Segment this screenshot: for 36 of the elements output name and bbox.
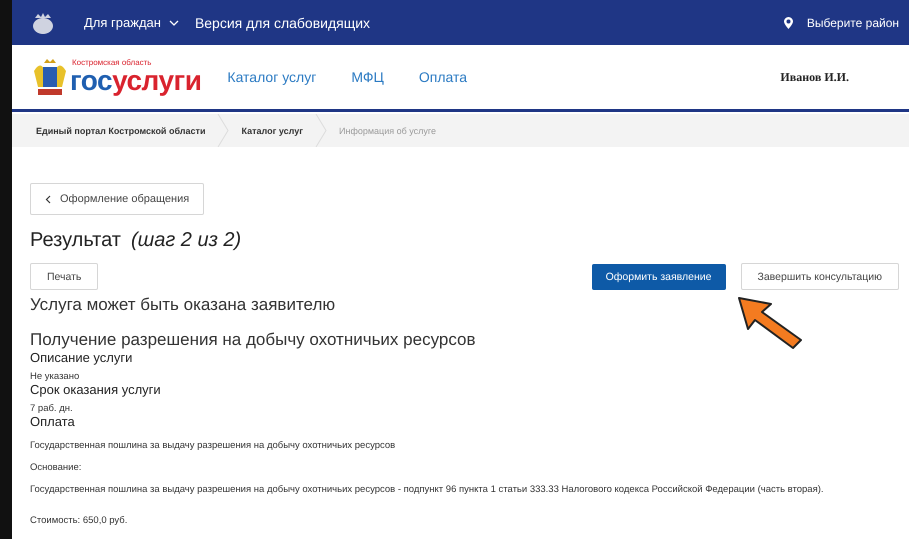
back-button[interactable]: Оформление обращения <box>30 183 204 215</box>
nav-link[interactable]: МФЦ <box>351 69 384 85</box>
logo-region-text: Костромская область <box>72 59 152 67</box>
gosuslugi-logo[interactable]: госуслуги <box>70 67 202 95</box>
pointer-arrow-icon <box>737 296 805 350</box>
section-heading: Оплата <box>30 414 76 429</box>
service-title: Получение разрешения на добычу охотничьих ресурсов <box>30 330 477 350</box>
nav-link[interactable]: Оплата <box>418 69 468 85</box>
action-button[interactable]: Завершить консультацию <box>740 263 899 290</box>
action-button[interactable]: Оформить заявление <box>592 264 726 290</box>
section-text: 7 раб. дн. <box>30 403 74 414</box>
breadcrumb-current-page: Информация об услуге <box>338 126 438 136</box>
breadcrumb-separator-icon <box>217 114 230 147</box>
chevron-left-icon <box>45 194 51 204</box>
action-button[interactable]: Печать <box>30 263 98 290</box>
section-text: Государственная пошлина за выдачу разрешения на добычу охотничьих ресурсов <box>30 440 396 451</box>
section-heading: Срок оказания услуги <box>30 382 162 397</box>
coat-of-arms-icon <box>32 57 68 97</box>
status-text: Услуга может быть оказана заявителю <box>30 295 336 315</box>
section-text: Основание: <box>30 462 82 473</box>
breadcrumb-link[interactable]: Каталог услуг <box>229 126 315 136</box>
page-title: Результат <box>30 229 121 252</box>
step-indicator: (шаг 2 из 2) <box>130 229 242 252</box>
breadcrumb-separator-icon <box>315 114 327 147</box>
citizens-menu[interactable]: Для граждан <box>84 15 179 30</box>
breadcrumb-link[interactable]: Единый портал Костромской области <box>24 126 218 136</box>
region-selector[interactable]: Выберите район <box>806 16 899 30</box>
location-pin-icon <box>784 16 793 28</box>
section-text: Не указано <box>30 371 80 382</box>
section-heading: Описание услуги <box>30 350 134 365</box>
accessibility-link[interactable]: Версия для слабовидящих <box>194 14 370 30</box>
nav-link[interactable]: Каталог услуг <box>227 69 316 85</box>
user-name[interactable]: Иванов И.И. <box>780 70 849 84</box>
chevron-down-icon <box>168 20 179 26</box>
section-text: Стоимость: 650,0 руб. <box>30 515 128 526</box>
section-text: Государственная пошлина за выдачу разрешения на добычу охотничьих ресурсов - подпункт 96 пункта 1 статьи 333.33 Налогового кодекса Российской Федерации (часть вторая). <box>30 484 825 495</box>
